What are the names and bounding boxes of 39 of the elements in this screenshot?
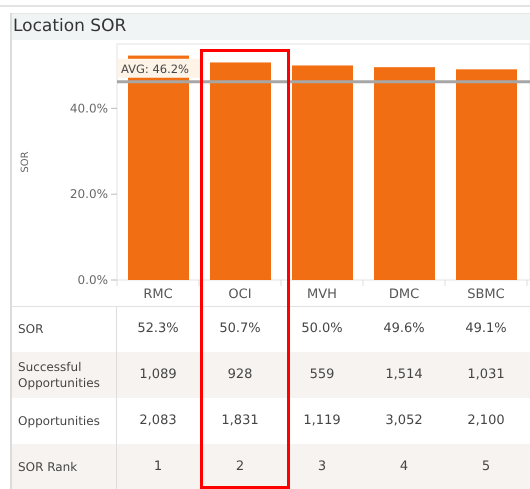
- row-header: SOR Rank: [18, 458, 78, 474]
- table-cell-text: 5: [482, 458, 490, 476]
- table-cell-text: 50.7%: [219, 320, 261, 338]
- table-cell-text: 1: [154, 458, 162, 476]
- y-tick: [110, 279, 118, 280]
- ref-line-label: AVG: 46.2%: [121, 61, 190, 76]
- table-cell-text: 1,031: [467, 366, 505, 384]
- y-tick-label: 20.0%: [70, 186, 108, 201]
- row-header: SOR: [18, 321, 44, 337]
- x-axis-label: RMC: [143, 286, 173, 302]
- x-axis-label: DMC: [388, 286, 420, 302]
- y-tick-label: 40.0%: [70, 100, 108, 115]
- x-axis-label: OCI: [228, 286, 252, 302]
- table-cell-text: 49.6%: [383, 320, 425, 338]
- table-cell-text: 559: [310, 366, 334, 384]
- table-cell-text: 3,052: [385, 412, 423, 430]
- y-axis-title: SOR: [20, 150, 31, 172]
- table-cell-text: 3: [318, 458, 326, 476]
- y-tick: [110, 107, 118, 108]
- average-label: AVG: 46.2%: [118, 58, 200, 78]
- y-tick: [110, 193, 118, 194]
- table-cell-text: 2: [236, 458, 244, 476]
- row-header: Opportunities: [18, 412, 100, 428]
- table-cell-text: 1,089: [139, 366, 177, 384]
- table-cell-text: 2,100: [467, 412, 505, 430]
- row-header: Successful Opportunities: [18, 358, 101, 390]
- panel-title: Location SOR: [12, 15, 126, 38]
- y-tick-label: 0.0%: [78, 272, 108, 286]
- table-cell-text: 49.1%: [465, 320, 507, 338]
- table-cell-text: 4: [400, 458, 408, 476]
- x-axis-label: SBMC: [467, 286, 505, 302]
- table-cell-text: 2,083: [139, 412, 177, 430]
- table-cell-text: 52.3%: [137, 320, 179, 338]
- table-cell-text: 50.0%: [301, 320, 343, 338]
- table-cell-text: 1,119: [303, 412, 341, 430]
- x-axis-label: MVH: [307, 286, 337, 302]
- table-cell-text: 1,831: [221, 412, 259, 430]
- table-cell-text: 928: [228, 366, 252, 384]
- table-cell-text: 1,514: [385, 366, 423, 384]
